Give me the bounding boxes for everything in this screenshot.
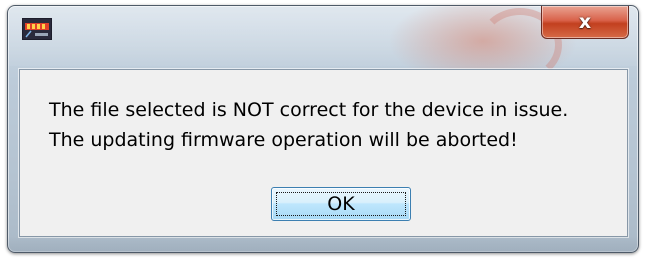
title-bar[interactable]: x [8,6,638,44]
ok-button-label: OK [327,193,355,215]
message-dialog: x The file selected is NOT correct for t… [7,5,639,253]
message-line-2: The updating firmware operation will be … [49,129,518,151]
close-icon: x [578,10,592,33]
app-logo-icon [22,18,52,40]
screen: x The file selected is NOT correct for t… [0,0,645,258]
ok-button[interactable]: OK [271,187,411,221]
message-line-1: The file selected is NOT correct for the… [49,99,569,121]
message-text: The file selected is NOT correct for the… [49,95,619,155]
dialog-content: The file selected is NOT correct for the… [19,69,628,237]
window-bottom-border [8,236,638,252]
close-button[interactable]: x [541,6,629,39]
